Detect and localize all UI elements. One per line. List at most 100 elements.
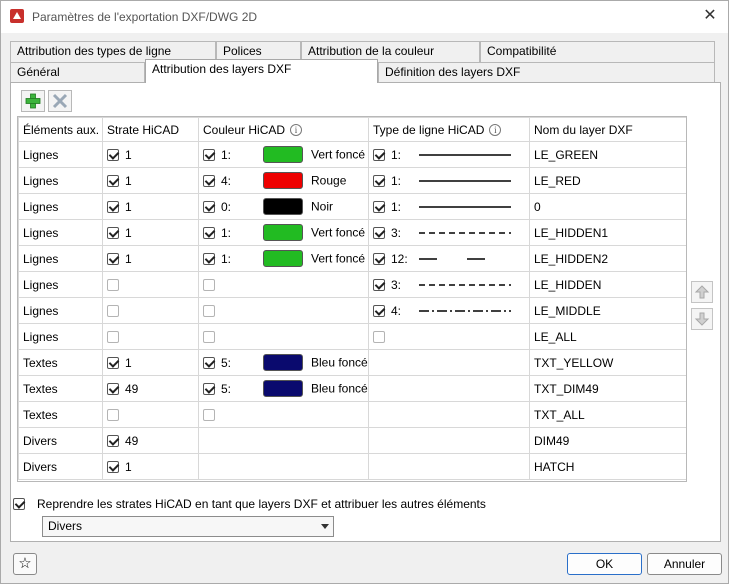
- cell-color[interactable]: 5: Bleu foncé: [198, 375, 369, 402]
- delete-row-button[interactable]: [48, 90, 72, 112]
- layer-checkbox[interactable]: [107, 330, 119, 343]
- cell-color[interactable]: 1: Vert foncé: [198, 141, 369, 168]
- cell-dxf-layer[interactable]: LE_GREEN: [529, 141, 686, 168]
- cell-dxf-layer[interactable]: 0: [529, 193, 686, 220]
- tab-compatibility[interactable]: Compatibilité: [480, 41, 715, 62]
- linetype-checkbox[interactable]: [373, 304, 385, 317]
- tab-general[interactable]: Général: [10, 62, 145, 83]
- cell-dxf-layer[interactable]: LE_HIDDEN2: [529, 245, 686, 272]
- linetype-checkbox[interactable]: [373, 200, 385, 213]
- table-row[interactable]: Textes TXT_ALL: [18, 401, 686, 428]
- cell-layer[interactable]: 49: [102, 427, 199, 454]
- linetype-checkbox[interactable]: [373, 331, 385, 344]
- cell-layer[interactable]: 1: [102, 167, 199, 194]
- cell-layer[interactable]: 49: [102, 375, 199, 402]
- cell-color[interactable]: 0: Noir: [198, 193, 369, 220]
- table-row[interactable]: Lignes LE_ALL: [18, 323, 686, 350]
- move-down-button[interactable]: [691, 308, 713, 330]
- close-icon[interactable]: ✕: [698, 5, 722, 27]
- cell-linetype[interactable]: 1:: [368, 193, 530, 220]
- linetype-checkbox[interactable]: [373, 278, 385, 291]
- color-checkbox[interactable]: [203, 382, 215, 395]
- cell-color[interactable]: [198, 271, 369, 298]
- cell-color[interactable]: [198, 401, 369, 428]
- linetype-checkbox[interactable]: [373, 174, 385, 187]
- table-row[interactable]: Textes 1 5: Bleu foncé TXT_YELLOW: [18, 349, 686, 376]
- cell-linetype[interactable]: 3:: [368, 271, 530, 298]
- layer-checkbox[interactable]: [107, 304, 119, 317]
- layer-checkbox[interactable]: [107, 174, 119, 187]
- cell-dxf-layer[interactable]: TXT_DIM49: [529, 375, 686, 402]
- cell-dxf-layer[interactable]: TXT_ALL: [529, 401, 686, 428]
- tab-dxf-layer-assignment[interactable]: Attribution des layers DXF: [145, 59, 378, 83]
- table-row[interactable]: Lignes 1 1: Vert foncé 1: LE_GREEN: [18, 141, 686, 168]
- table-row[interactable]: Divers 49 DIM49: [18, 427, 686, 454]
- color-checkbox[interactable]: [203, 305, 215, 318]
- table-row[interactable]: Divers 1 HATCH: [18, 453, 686, 480]
- cell-linetype[interactable]: 1:: [368, 167, 530, 194]
- linetype-checkbox[interactable]: [373, 226, 385, 239]
- layer-checkbox[interactable]: [107, 382, 119, 395]
- other-elements-dropdown[interactable]: Divers: [42, 516, 334, 537]
- cell-dxf-layer[interactable]: HATCH: [529, 453, 686, 480]
- cell-layer[interactable]: 1: [102, 141, 199, 168]
- cell-dxf-layer[interactable]: LE_RED: [529, 167, 686, 194]
- cell-layer[interactable]: 1: [102, 219, 199, 246]
- cell-linetype[interactable]: 12:: [368, 245, 530, 272]
- cell-dxf-layer[interactable]: DIM49: [529, 427, 686, 454]
- table-row[interactable]: Lignes 4: LE_MIDDLE: [18, 297, 686, 324]
- layer-checkbox[interactable]: [107, 148, 119, 161]
- ok-button[interactable]: OK: [567, 553, 642, 575]
- favorites-star-button[interactable]: ☆: [13, 553, 37, 575]
- color-checkbox[interactable]: [203, 226, 215, 239]
- column-header-elements[interactable]: Éléments aux.: [18, 117, 103, 142]
- move-up-button[interactable]: [691, 281, 713, 303]
- layer-checkbox[interactable]: [107, 252, 119, 265]
- color-checkbox[interactable]: [203, 279, 215, 292]
- add-row-button[interactable]: [21, 90, 45, 112]
- table-row[interactable]: Lignes 1 1: Vert foncé 12: LE_HIDDEN2: [18, 245, 686, 272]
- layer-checkbox[interactable]: [107, 434, 119, 447]
- layer-checkbox[interactable]: [107, 460, 119, 473]
- cell-layer[interactable]: [102, 297, 199, 324]
- color-checkbox[interactable]: [203, 174, 215, 187]
- cell-linetype[interactable]: [368, 323, 530, 350]
- cell-linetype[interactable]: 3:: [368, 219, 530, 246]
- cell-dxf-layer[interactable]: TXT_YELLOW: [529, 349, 686, 376]
- table-row[interactable]: Lignes 1 4: Rouge 1: LE_RED: [18, 167, 686, 194]
- cell-dxf-layer[interactable]: LE_HIDDEN: [529, 271, 686, 298]
- cell-layer[interactable]: [102, 401, 199, 428]
- column-header-layer[interactable]: Strate HiCAD: [102, 117, 199, 142]
- cell-layer[interactable]: [102, 271, 199, 298]
- info-icon[interactable]: i: [290, 124, 303, 137]
- color-checkbox[interactable]: [203, 331, 215, 344]
- cell-color[interactable]: [198, 323, 369, 350]
- table-row[interactable]: Lignes 1 1: Vert foncé 3: LE_HIDDEN1: [18, 219, 686, 246]
- color-checkbox[interactable]: [203, 409, 215, 422]
- column-header-color[interactable]: Couleur HiCAD i: [198, 117, 369, 142]
- color-checkbox[interactable]: [203, 252, 215, 265]
- table-row[interactable]: Lignes 1 0: Noir 1: 0: [18, 193, 686, 220]
- column-header-linetype[interactable]: Type de ligne HiCAD i: [368, 117, 530, 142]
- cell-layer[interactable]: 1: [102, 245, 199, 272]
- linetype-checkbox[interactable]: [373, 148, 385, 161]
- table-row[interactable]: Lignes 3: LE_HIDDEN: [18, 271, 686, 298]
- color-checkbox[interactable]: [203, 356, 215, 369]
- layer-checkbox[interactable]: [107, 278, 119, 291]
- cancel-button[interactable]: Annuler: [647, 553, 722, 575]
- table-row[interactable]: Textes 49 5: Bleu foncé TXT_DIM49: [18, 375, 686, 402]
- layer-checkbox[interactable]: [107, 200, 119, 213]
- cell-color[interactable]: 5: Bleu foncé: [198, 349, 369, 376]
- layer-checkbox[interactable]: [107, 226, 119, 239]
- reuse-layers-checkbox[interactable]: [13, 498, 25, 510]
- column-header-dxf-layer[interactable]: Nom du layer DXF: [529, 117, 686, 142]
- layer-checkbox[interactable]: [107, 408, 119, 421]
- cell-layer[interactable]: 1: [102, 193, 199, 220]
- linetype-checkbox[interactable]: [373, 252, 385, 265]
- cell-dxf-layer[interactable]: LE_MIDDLE: [529, 297, 686, 324]
- cell-color[interactable]: 4: Rouge: [198, 167, 369, 194]
- cell-dxf-layer[interactable]: LE_HIDDEN1: [529, 219, 686, 246]
- cell-linetype[interactable]: 1:: [368, 141, 530, 168]
- tab-dxf-layer-definition[interactable]: Définition des layers DXF: [378, 62, 715, 83]
- cell-color[interactable]: 1: Vert foncé: [198, 219, 369, 246]
